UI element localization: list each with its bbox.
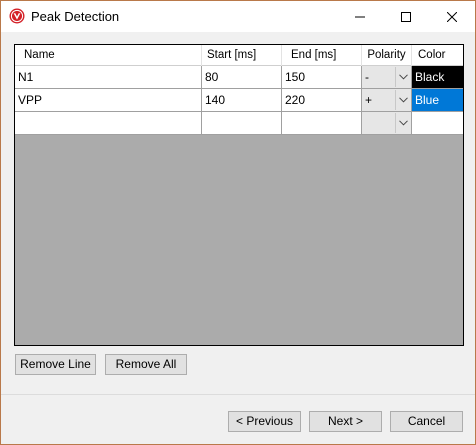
footer-divider [1,394,475,395]
title-bar: Peak Detection [1,1,475,32]
polarity-value: + [365,93,373,107]
close-icon [447,11,457,22]
chevron-down-icon[interactable] [395,67,411,87]
polarity-value: - [365,70,369,84]
start-cell[interactable] [202,112,282,135]
table-header: Name Start [ms] End [ms] Polarity Color [15,45,463,66]
peak-table[interactable]: Name Start [ms] End [ms] Polarity Color … [14,44,464,346]
table-row-new [15,112,463,135]
app-logo-icon [9,8,25,24]
minimize-button[interactable] [337,1,383,32]
name-cell[interactable] [15,112,202,135]
end-cell[interactable] [282,112,362,135]
name-cell[interactable]: VPP [15,89,202,112]
chevron-down-icon[interactable] [395,90,411,110]
column-header-name[interactable]: Name [15,45,202,66]
end-cell[interactable]: 220 [282,89,362,112]
color-cell[interactable] [412,112,463,135]
start-cell[interactable]: 80 [202,66,282,89]
window-title: Peak Detection [31,9,120,24]
end-cell[interactable]: 150 [282,66,362,89]
remove-line-button[interactable]: Remove Line [15,354,96,375]
column-header-end[interactable]: End [ms] [282,45,362,66]
polarity-dropdown[interactable] [362,112,412,135]
maximize-button[interactable] [383,1,429,32]
color-cell[interactable]: Black [412,66,463,89]
chevron-down-icon[interactable] [395,113,411,133]
previous-button[interactable]: < Previous [228,411,301,432]
minimize-icon [355,12,365,22]
polarity-dropdown[interactable]: + [362,89,412,112]
next-button[interactable]: Next > [309,411,382,432]
column-header-start[interactable]: Start [ms] [202,45,282,66]
table-row: N1 80 150 - Black [15,66,463,89]
table-row: VPP 140 220 + Blue [15,89,463,112]
name-cell[interactable]: N1 [15,66,202,89]
maximize-icon [401,11,411,22]
remove-all-button[interactable]: Remove All [105,354,187,375]
color-cell[interactable]: Blue [412,89,463,112]
column-header-polarity[interactable]: Polarity [362,45,412,66]
cancel-button[interactable]: Cancel [390,411,463,432]
polarity-dropdown[interactable]: - [362,66,412,89]
column-header-color[interactable]: Color [412,45,463,66]
peak-detection-window: Peak Detection Name Start [ms] End [ms] … [0,0,476,445]
close-button[interactable] [429,1,475,32]
start-cell[interactable]: 140 [202,89,282,112]
